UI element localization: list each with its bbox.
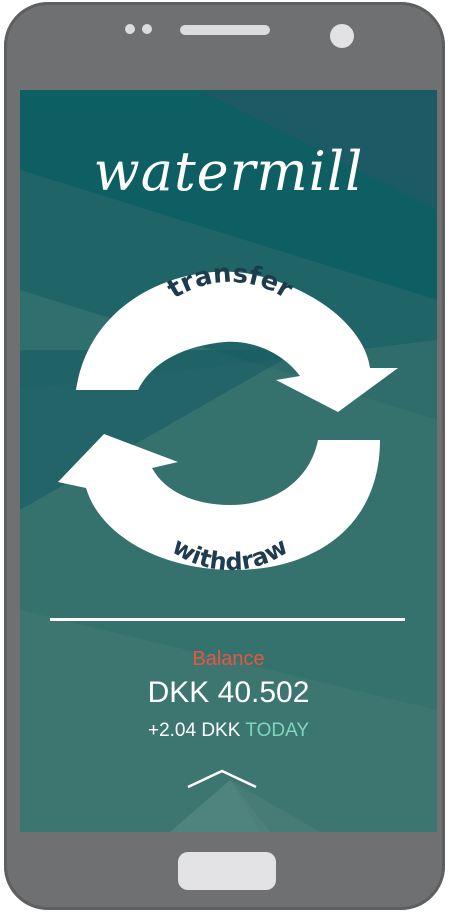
withdraw-button[interactable]: withdraw: [58, 434, 380, 576]
balance-change-period: TODAY: [245, 720, 310, 741]
balance-change: +2.04 DKK TODAY: [20, 720, 437, 742]
divider: [50, 618, 405, 621]
front-camera: [330, 24, 354, 48]
balance-label: Balance: [192, 648, 265, 670]
home-button[interactable]: [178, 852, 276, 890]
transfer-button[interactable]: transfer: [76, 259, 398, 412]
sensor-dot: [142, 24, 152, 34]
balance-change-amount: +2.04 DKK: [147, 720, 241, 741]
speaker-grill: [180, 25, 270, 35]
transfer-arrow-icon: [76, 271, 398, 412]
balance-value: DKK 40.502: [147, 676, 310, 709]
app-screen: watermill transfer withdraw Balance DKK …: [20, 90, 437, 832]
chevron-up-icon[interactable]: [184, 766, 260, 790]
sensor-dot: [125, 24, 135, 34]
phone-frame: watermill transfer withdraw Balance DKK …: [4, 2, 445, 910]
